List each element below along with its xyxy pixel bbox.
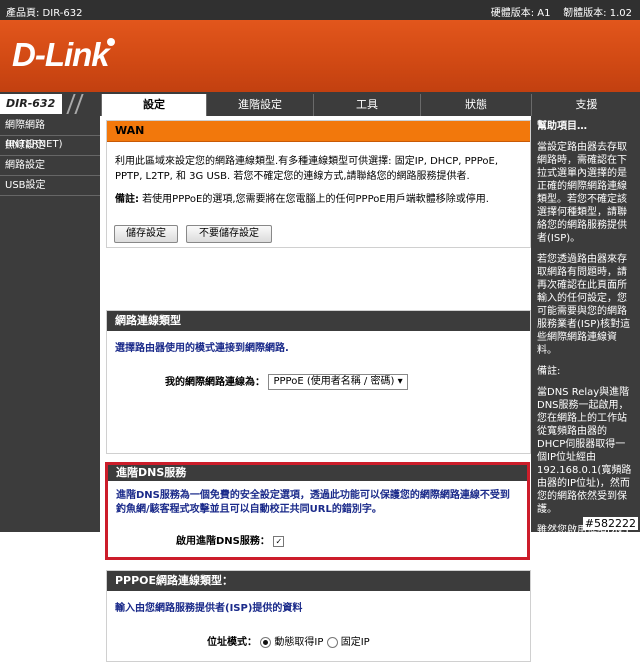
dynamic-ip-label: 動態取得IP <box>274 637 324 648</box>
tab-status[interactable]: 狀態 <box>420 94 531 116</box>
dont-save-button[interactable]: 不要儲存設定 <box>186 225 272 243</box>
product-page-label: 產品頁: DIR-632 <box>6 8 83 19</box>
connection-type-select[interactable]: PPPoE (使用者名稱 / 密碼) ▾ <box>268 374 408 390</box>
connection-type-row: 我的網際網路連線為： PPPoE (使用者名稱 / 密碼) ▾ <box>165 373 408 390</box>
version-info: 硬體版本: A1 韌體版本: 1.02 <box>490 8 632 19</box>
sidebar-item-network[interactable]: 網路設定 <box>0 156 100 176</box>
help-note-label: 備註: <box>537 366 561 377</box>
wan-note-label: 備註: <box>115 194 139 205</box>
pppoe-prompt: 輸入由您網路服務提供者(ISP)提供的資料 <box>115 603 303 614</box>
static-ip-label: 固定IP <box>340 637 370 648</box>
model-label: DIR-632 <box>0 94 62 114</box>
sidebar: 網際網路(INTERNET) 無線設定 網路設定 USB設定 <box>0 116 100 532</box>
wan-note: 備註: 若使用PPPoE的選項,您需要將在您電腦上的任何PPPoE用戶端軟體移除… <box>107 190 530 213</box>
advanced-dns-row: 啟用進階DNS服務： ✓ <box>176 532 285 547</box>
brand-banner: D-Link <box>0 20 640 93</box>
watermark-code: #582222 <box>582 517 638 530</box>
help-paragraph-3: 當DNS Relay與進階DNS服務一起啟用，您在網路上的工作站從寬頻路由器的D… <box>537 387 632 515</box>
help-paragraph-4: 雖然您啟用進階DNS服務功能，您的工作站的DNS IP位址仍然可以修改為您所希望… <box>537 525 631 588</box>
wan-description: 利用此區域來設定您的網路連線類型.有多種連線類型可供選擇: 固定IP, DHCP… <box>115 156 499 182</box>
connection-type-title: 網路連線類型 <box>107 311 530 331</box>
connection-type-section: 網路連線類型 選擇路由器使用的模式連接到網際網路. 我的網際網路連線為： PPP… <box>106 310 531 454</box>
tab-advanced[interactable]: 進階設定 <box>206 94 313 116</box>
tab-setup[interactable]: 設定 <box>101 94 206 116</box>
chevron-down-icon: ▾ <box>397 376 403 387</box>
top-info-bar: 產品頁: DIR-632 硬體版本: A1 韌體版本: 1.02 <box>0 0 640 20</box>
tab-support[interactable]: 支援 <box>531 94 640 116</box>
help-paragraph-2: 若您透過路由器來存取網路有問題時，請再次確認在此頁面所輸入的任何設定，您可能需要… <box>537 254 631 356</box>
address-mode-row: 位址模式： 動態取得IP 固定IP <box>207 633 370 648</box>
wan-note-text: 若使用PPPoE的選項,您需要將在您電腦上的任何PPPoE用戶端軟體移除或停用. <box>139 194 489 205</box>
slash-decoration <box>62 92 98 116</box>
main-content: WAN 利用此區域來設定您的網路連線類型.有多種連線類型可供選擇: 固定IP, … <box>105 116 531 662</box>
advanced-dns-section: 進階DNS服務 進階DNS服務為一個免費的安全設定選項，透過此功能可以保護您的網… <box>105 462 530 560</box>
pppoe-title: PPPOE網路連線類型： <box>107 571 530 591</box>
advanced-dns-checkbox[interactable]: ✓ <box>273 535 285 547</box>
address-mode-label: 位址模式： <box>207 637 257 648</box>
advanced-dns-title: 進階DNS服務 <box>108 465 527 481</box>
connection-type-prompt: 選擇路由器使用的模式連接到網際網路. <box>115 343 289 354</box>
dynamic-ip-radio[interactable] <box>260 636 272 648</box>
advanced-dns-label: 啟用進階DNS服務： <box>176 536 270 547</box>
save-settings-button[interactable]: 儲存設定 <box>114 225 178 243</box>
wan-section: WAN 利用此區域來設定您的網路連線類型.有多種連線類型可供選擇: 固定IP, … <box>106 120 531 248</box>
connection-type-label: 我的網際網路連線為： <box>165 377 265 388</box>
pppoe-section: PPPOE網路連線類型： 輸入由您網路服務提供者(ISP)提供的資料 位址模式：… <box>106 570 531 662</box>
wan-title: WAN <box>107 121 530 142</box>
sidebar-item-internet[interactable]: 網際網路(INTERNET) <box>0 116 100 150</box>
dlink-logo: D-Link <box>12 36 117 74</box>
help-title: 幫助項目… <box>537 121 587 132</box>
advanced-dns-description: 進階DNS服務為一個免費的安全設定選項，透過此功能可以保護您的網際網路連線不受到… <box>116 490 510 515</box>
tab-tools[interactable]: 工具 <box>313 94 420 116</box>
main-nav: DIR-632 設定 進階設定 工具 狀態 支援 <box>0 92 640 116</box>
sidebar-item-usb[interactable]: USB設定 <box>0 176 100 196</box>
static-ip-radio[interactable] <box>326 636 338 648</box>
help-paragraph-1: 當設定路由器去存取網路時，需確認在下拉式選單內選擇的是正確的網際網路連線類型。若… <box>537 142 627 244</box>
help-panel: 幫助項目… 當設定路由器去存取網路時，需確認在下拉式選單內選擇的是正確的網際網路… <box>531 116 640 588</box>
